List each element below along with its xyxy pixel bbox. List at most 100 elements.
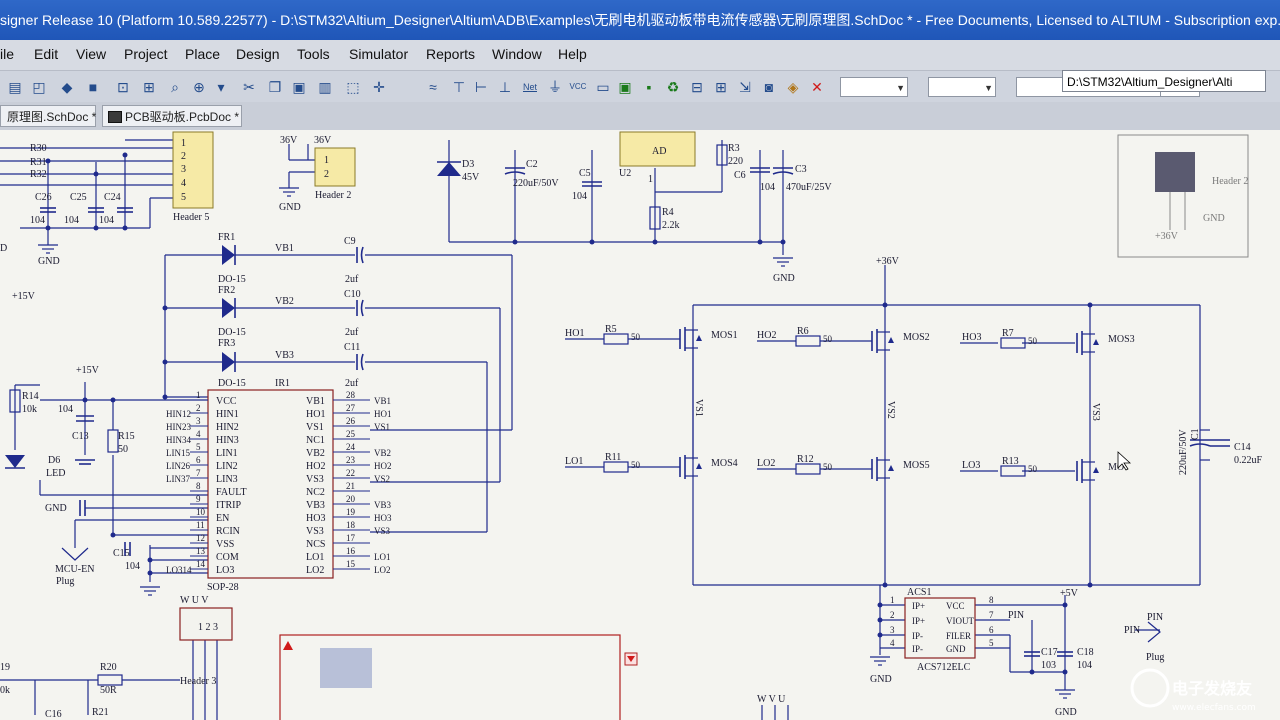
d3-value: 45V bbox=[462, 172, 480, 183]
cut-icon[interactable]: ✂ bbox=[240, 78, 258, 96]
header3-name: Header 3 bbox=[180, 676, 216, 687]
header2-name: Header 2 bbox=[315, 190, 351, 201]
net-label-icon[interactable]: Net bbox=[520, 78, 540, 96]
bus-icon[interactable]: ⊤ bbox=[450, 78, 468, 96]
harness-icon[interactable]: ⇲ bbox=[736, 78, 754, 96]
filter-combo-2[interactable]: ▼ bbox=[928, 77, 996, 97]
c26-value: 104 bbox=[30, 215, 45, 226]
print-icon[interactable]: ▤ bbox=[6, 78, 24, 96]
gate-res-value: 50 bbox=[631, 460, 641, 470]
vcc-port-icon[interactable]: VCC bbox=[568, 78, 588, 96]
ic-pin-name: VCC bbox=[216, 396, 237, 407]
h2-pin2: 2 bbox=[324, 169, 329, 180]
fr2-ref: FR2 bbox=[218, 285, 235, 296]
mos-ref: MOS5 bbox=[903, 460, 930, 471]
menu-simulator[interactable]: Simulator bbox=[349, 46, 408, 62]
no-erc-icon[interactable]: ✕ bbox=[808, 78, 826, 96]
mosfet-symbol bbox=[1076, 459, 1099, 483]
gnd-port-icon[interactable]: ⏚ bbox=[546, 78, 564, 96]
wuv-label: W U V bbox=[180, 595, 209, 606]
ic-pin-name: LO2 bbox=[306, 565, 324, 576]
ic-pin-name: COM bbox=[216, 552, 239, 563]
parameter-icon[interactable]: ◈ bbox=[784, 78, 802, 96]
u2-pin: 1 bbox=[648, 174, 653, 185]
schematic-canvas[interactable]: R30 R31 R32 C26 C25 C24 104 104 104 GND bbox=[0, 130, 1280, 720]
zoom-in-icon[interactable]: ⊕ bbox=[190, 78, 208, 96]
directive-icon[interactable]: ◙ bbox=[760, 78, 778, 96]
ic-pin-num: 17 bbox=[346, 533, 356, 543]
right-header-box: Header 2 +36V GND bbox=[1117, 134, 1249, 258]
signal-harness-icon[interactable]: ⊥ bbox=[496, 78, 514, 96]
ic-pin-net: VS3 bbox=[374, 526, 391, 536]
ic-pin-net: HO1 bbox=[374, 409, 392, 419]
menu-file[interactable]: ile bbox=[0, 46, 14, 62]
h5-pin3: 3 bbox=[181, 164, 186, 175]
move-icon[interactable]: ✛ bbox=[370, 78, 388, 96]
menu-window[interactable]: Window bbox=[492, 46, 542, 62]
ic-pin-name: VS3 bbox=[306, 474, 324, 485]
copy-icon[interactable]: ❐ bbox=[266, 78, 284, 96]
acs-pin-num: 5 bbox=[989, 638, 994, 648]
off-sheet-icon[interactable]: ⊞ bbox=[712, 78, 730, 96]
ic-package: SOP-28 bbox=[207, 582, 239, 593]
r3-value: 220 bbox=[728, 156, 743, 167]
sheet-entry-icon[interactable]: ▪ bbox=[640, 78, 658, 96]
menu-edit[interactable]: Edit bbox=[34, 46, 58, 62]
acs-pin-name: IP+ bbox=[912, 616, 925, 626]
plus5-net: +5V bbox=[1060, 588, 1079, 599]
ic-pin-num: 10 bbox=[196, 507, 206, 517]
wire-icon[interactable]: ≈ bbox=[424, 78, 442, 96]
menu-help[interactable]: Help bbox=[558, 46, 587, 62]
ic-pin-name: VB2 bbox=[306, 448, 325, 459]
ic-pin-net: HO3 bbox=[374, 513, 392, 523]
menu-tools[interactable]: Tools bbox=[297, 46, 330, 62]
tab-pcbdoc[interactable]: PCB驱动板.PcbDoc * bbox=[102, 105, 242, 127]
zoom-fit-icon[interactable]: ⊡ bbox=[114, 78, 132, 96]
watermark-url: www.elecfans.com bbox=[1172, 703, 1256, 713]
ic-pin-num: 9 bbox=[196, 494, 201, 504]
menu-reports[interactable]: Reports bbox=[426, 46, 475, 62]
filter-combo-1[interactable]: ▼ bbox=[840, 77, 908, 97]
rubber-stamp-icon[interactable]: ▥ bbox=[316, 78, 334, 96]
lo-net: LO2 bbox=[757, 458, 775, 469]
path-combo[interactable]: D:\STM32\Altium_Designer\Alti bbox=[1062, 70, 1266, 92]
menu-design[interactable]: Design bbox=[236, 46, 280, 62]
c24-value: 104 bbox=[99, 215, 114, 226]
altium-window: signer Release 10 (Platform 10.589.22577… bbox=[0, 0, 1280, 720]
ic-pin-num: 26 bbox=[346, 416, 356, 426]
print-preview-icon[interactable]: ◰ bbox=[30, 78, 48, 96]
watermark-text: 电子发烧友 bbox=[1172, 679, 1253, 698]
open-project-icon[interactable]: ◆ bbox=[58, 78, 76, 96]
plug-label: Plug bbox=[1146, 652, 1164, 663]
dropdown-icon[interactable]: ▾ bbox=[212, 78, 230, 96]
ho-net: HO2 bbox=[757, 330, 776, 341]
zoom-select-icon[interactable]: ⌕ bbox=[166, 78, 184, 96]
ic-pin-num: 27 bbox=[346, 403, 356, 413]
save-icon[interactable]: ■ bbox=[84, 78, 102, 96]
zoom-area-icon[interactable]: ⊞ bbox=[140, 78, 158, 96]
ic-pin-net: HIN34 bbox=[166, 435, 191, 445]
low-side-3: LO3 R1350 MO bbox=[962, 456, 1124, 483]
ic-pin-name: ITRIP bbox=[216, 500, 241, 511]
c6-ref: C6 bbox=[734, 170, 746, 181]
part-icon[interactable]: ▭ bbox=[594, 78, 612, 96]
bus-entry-icon[interactable]: ⊢ bbox=[472, 78, 490, 96]
tab-schdoc[interactable]: 原理图.SchDoc * bbox=[0, 105, 96, 127]
port-icon[interactable]: ⊟ bbox=[688, 78, 706, 96]
c17-value: 103 bbox=[1041, 660, 1056, 671]
device-sheet-icon[interactable]: ♻ bbox=[664, 78, 682, 96]
ic-pin-num: 8 bbox=[196, 481, 201, 491]
r4-ref: R4 bbox=[662, 207, 674, 218]
menu-view[interactable]: View bbox=[76, 46, 106, 62]
select-area-icon[interactable]: ⬚ bbox=[344, 78, 362, 96]
ic-pin-num: 7 bbox=[196, 468, 201, 478]
ic-pin-name: EN bbox=[216, 513, 229, 524]
menu-place[interactable]: Place bbox=[185, 46, 220, 62]
fr2-pkg: DO-15 bbox=[218, 327, 246, 338]
c14-ref: C14 bbox=[1234, 442, 1251, 453]
sheet-symbol-icon[interactable]: ▣ bbox=[616, 78, 634, 96]
ic-pin-name: HO1 bbox=[306, 409, 325, 420]
paste-icon[interactable]: ▣ bbox=[290, 78, 308, 96]
ic-pin-net: VS2 bbox=[374, 474, 390, 484]
menu-project[interactable]: Project bbox=[124, 46, 168, 62]
